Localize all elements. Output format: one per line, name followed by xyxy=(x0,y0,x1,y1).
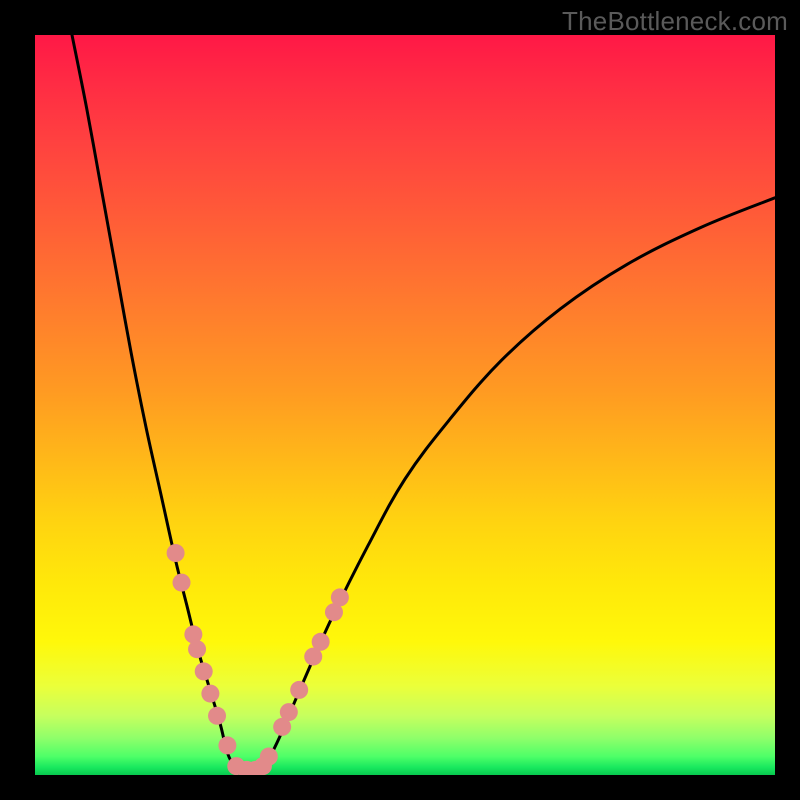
data-point xyxy=(260,748,278,766)
plot-area xyxy=(35,35,775,775)
watermark-text: TheBottleneck.com xyxy=(562,6,788,37)
outer-frame: TheBottleneck.com xyxy=(0,0,800,800)
curve-right-branch xyxy=(264,198,775,768)
data-point xyxy=(195,662,213,680)
data-point xyxy=(290,681,308,699)
data-point xyxy=(173,574,191,592)
data-point xyxy=(312,633,330,651)
data-point xyxy=(167,544,185,562)
marker-group xyxy=(167,544,349,775)
data-point xyxy=(331,588,349,606)
data-point xyxy=(218,736,236,754)
curve-left-branch xyxy=(72,35,235,768)
data-point xyxy=(208,707,226,725)
data-point xyxy=(280,703,298,721)
data-point xyxy=(201,685,219,703)
chart-svg xyxy=(35,35,775,775)
data-point xyxy=(188,640,206,658)
